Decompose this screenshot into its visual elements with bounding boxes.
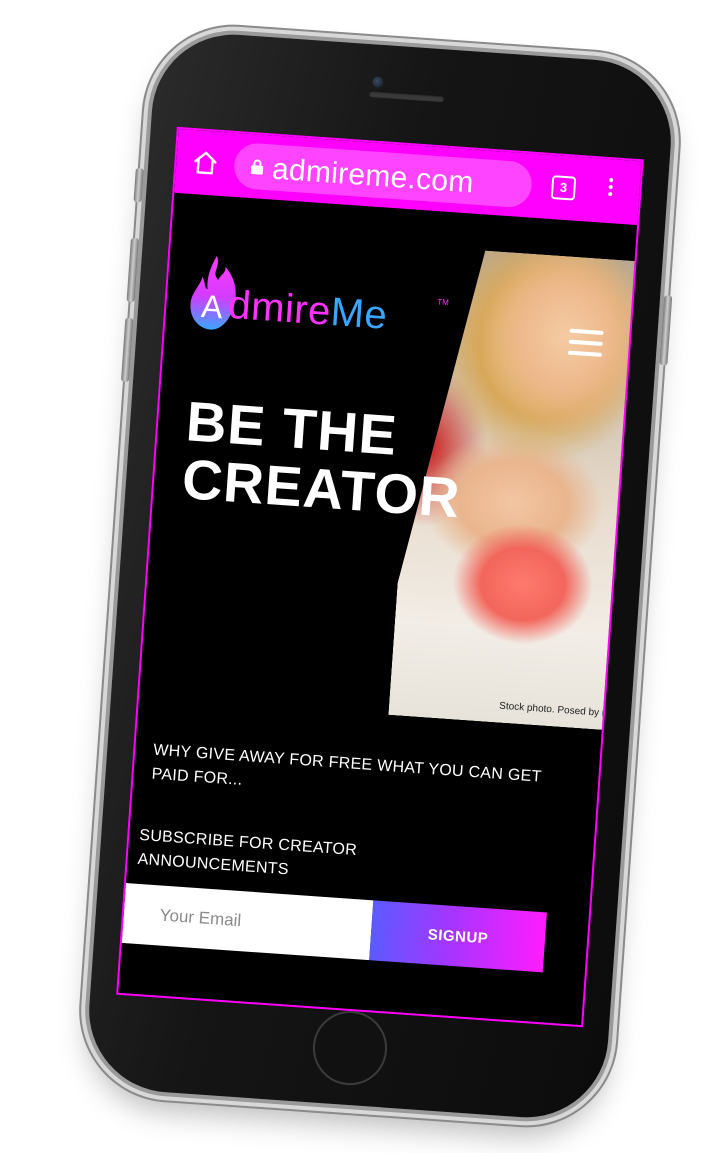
mute-switch [133,167,144,203]
url-text: admireme.com [270,152,475,200]
logo-wordmark-prefix: dmire [227,282,333,334]
photo-caption: Stock photo. Posed by model [498,700,630,721]
hamburger-menu-icon[interactable] [567,328,604,357]
home-icon[interactable] [192,149,220,177]
signup-button[interactable]: SIGNUP [369,900,547,973]
lock-icon [250,159,264,175]
phone-mockup: admireme.com 3 Stock photo. Posed by mod… [0,0,711,1153]
address-bar[interactable]: admireme.com [232,141,534,209]
power-button [659,295,673,366]
logo-letter: A [200,288,224,325]
subscribe-heading: SUBSCRIBE FOR CREATOR ANNOUNCEMENTS [137,826,358,879]
tab-switcher-button[interactable]: 3 [550,175,577,201]
phone-home-button [310,1008,390,1088]
volume-down-button [120,317,134,383]
logo-wordmark: dmireMe [227,283,389,339]
tagline: WHY GIVE AWAY FOR FREE WHAT YOU CAN GET … [151,741,542,789]
email-input[interactable] [121,883,374,961]
earpiece-speaker [368,90,445,103]
overflow-menu-icon[interactable] [604,175,616,206]
logo-wordmark-suffix: Me [329,289,389,338]
phone-body: admireme.com 3 Stock photo. Posed by mod… [83,29,677,1123]
logo-trademark: TM [436,297,450,308]
front-camera [372,76,384,89]
hero-headline: BE THE CREATOR [180,389,463,530]
volume-up-button [126,237,139,303]
browser-toolbar: admireme.com 3 [174,128,642,226]
site-logo[interactable]: A dmireMe TM [187,252,449,349]
phone-screen: admireme.com 3 Stock photo. Posed by mod… [116,126,644,1028]
